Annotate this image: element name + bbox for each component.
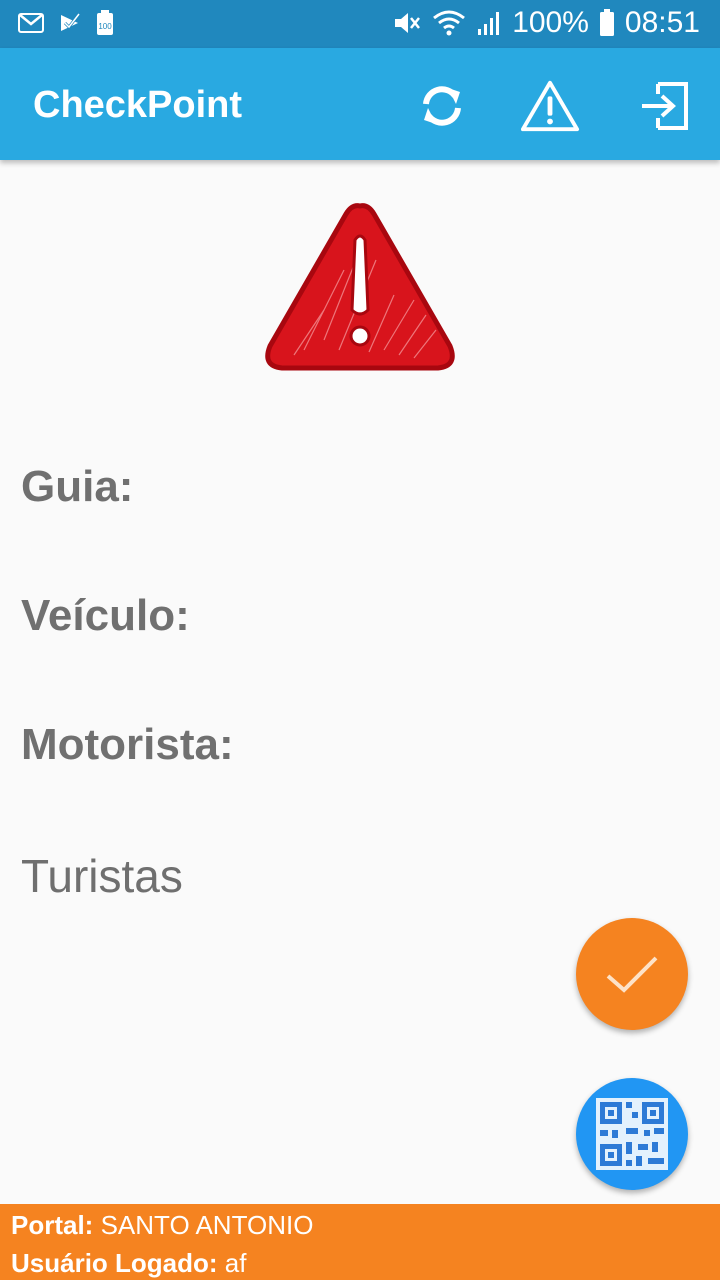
app-title: CheckPoint [33,84,243,126]
status-bar: 100 100% 08:51 [0,0,720,48]
portal-line: Portal: SANTO ANTONIO [11,1210,313,1241]
user-label: Usuário Logado: [11,1248,218,1278]
guia-label: Guia: [21,462,134,511]
check-notification-icon [61,13,81,31]
battery-percent: 100% [512,6,589,39]
turistas-label: Turistas [21,850,183,902]
veiculo-label: Veículo: [21,591,190,640]
signal-icon [478,12,500,35]
battery-icon [599,9,614,36]
motorista-label: Motorista: [21,720,234,769]
warning-button[interactable] [520,76,580,136]
wifi-icon [433,10,466,36]
qr-code-icon [596,1098,668,1170]
scan-qr-button[interactable] [576,1078,688,1190]
confirm-button[interactable] [576,918,688,1030]
portal-value: SANTO ANTONIO [100,1210,314,1240]
clock: 08:51 [624,6,700,39]
refresh-button[interactable] [412,76,472,136]
checkmark-icon [606,956,658,993]
notification-icons: 100 [18,10,114,36]
mute-icon [395,13,421,33]
warning-triangle-icon [265,203,455,371]
user-line: Usuário Logado: af [11,1248,246,1279]
battery-saver-icon: 100 [97,10,113,35]
portal-label: Portal: [11,1210,94,1240]
app-bar: CheckPoint [0,48,720,160]
system-status: 100% 08:51 [392,6,700,40]
footer-bar: Portal: SANTO ANTONIO Usuário Logado: af [0,1204,720,1280]
warning-icon [520,80,580,132]
logout-button[interactable] [634,76,694,136]
gmail-icon [18,13,44,33]
refresh-icon [423,86,461,126]
svg-text:100: 100 [98,22,112,31]
logout-icon [642,82,688,130]
user-value: af [224,1248,247,1278]
